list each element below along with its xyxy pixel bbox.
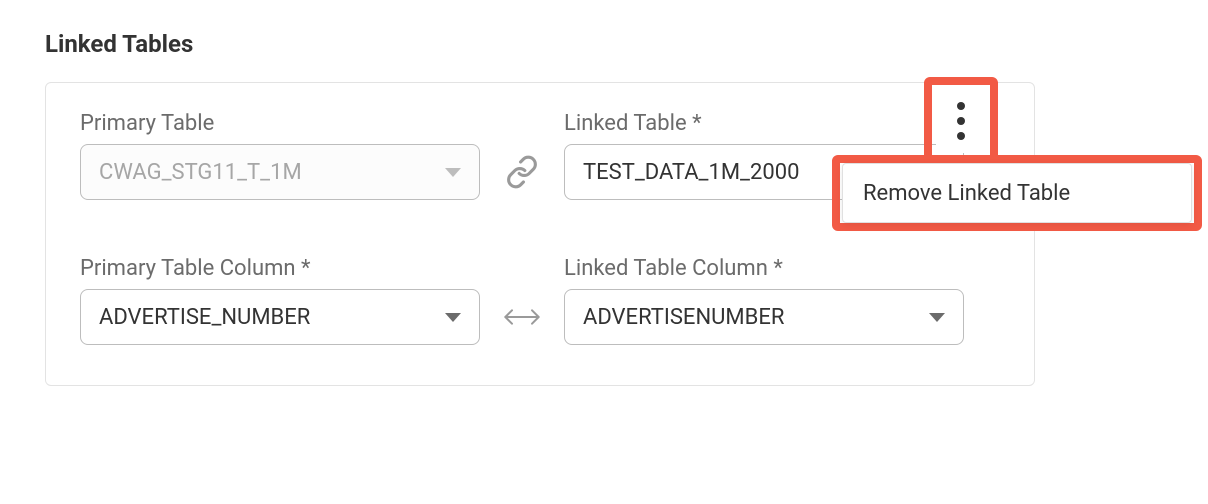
bidirectional-arrow-icon [498,289,546,345]
primary-table-label: Primary Table [80,111,480,136]
kebab-icon [957,102,965,140]
primary-column-select[interactable]: ADVERTISE_NUMBER [80,289,480,345]
remove-linked-table-menu-item[interactable]: Remove Linked Table [842,163,1192,223]
column-link-row: Primary Table Column * ADVERTISE_NUMBER … [80,256,1000,345]
more-options-button[interactable] [936,89,986,153]
chevron-down-icon [929,313,945,322]
chevron-down-icon [445,313,461,322]
menu-item-label: Remove Linked Table [863,181,1070,206]
primary-table-value: CWAG_STG11_T_1M [99,160,302,185]
section-title: Linked Tables [45,30,1163,58]
chevron-down-icon [445,168,461,177]
linked-tables-panel: Primary Table CWAG_STG11_T_1M Linked Tab… [45,82,1035,386]
linked-table-value: TEST_DATA_1M_2000 [583,160,799,185]
primary-column-label: Primary Table Column * [80,256,480,281]
primary-column-value: ADVERTISE_NUMBER [99,305,310,330]
primary-table-select: CWAG_STG11_T_1M [80,144,480,200]
linked-column-select[interactable]: ADVERTISENUMBER [564,289,964,345]
linked-column-value: ADVERTISENUMBER [583,305,784,330]
linked-table-label: Linked Table * [564,111,964,136]
link-icon [498,144,546,200]
linked-column-label: Linked Table Column * [564,256,964,281]
